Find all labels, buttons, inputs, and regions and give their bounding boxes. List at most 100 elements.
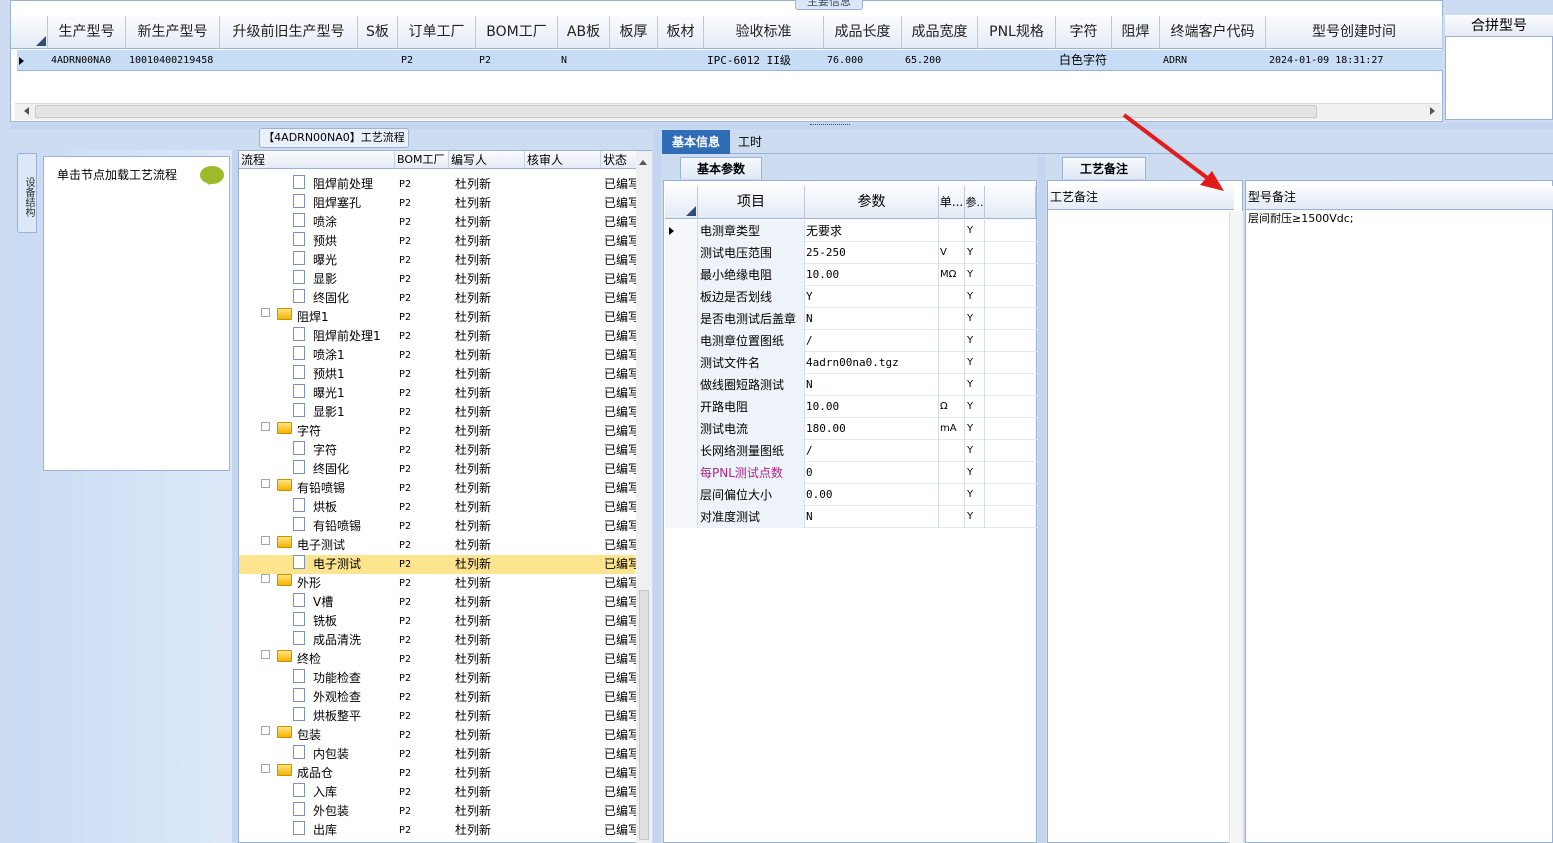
col-unit[interactable]: 单... [939, 186, 965, 219]
col-reviewer[interactable]: 核审人 [525, 151, 601, 169]
process-remarks-panel[interactable] [1047, 180, 1243, 843]
param-value[interactable]: 无要求 [805, 220, 939, 242]
tab-structure[interactable]: 设备结构 [17, 153, 37, 233]
tree-row[interactable]: 喷涂 P2 杜列新 已编写 [239, 213, 636, 232]
tree-row[interactable]: − 包装 P2 杜列新 已编写 [239, 726, 636, 745]
collapse-toggle-icon[interactable]: − [261, 422, 270, 431]
tree-row[interactable]: V槽 P2 杜列新 已编写 [239, 593, 636, 612]
col-model[interactable]: 生产型号 [48, 16, 126, 49]
col-customer[interactable]: 终端客户代码 [1160, 16, 1266, 49]
collapse-toggle-icon[interactable]: − [261, 764, 270, 773]
param-row[interactable]: 是否电测试后盖章 N Y [665, 308, 1037, 330]
param-row-header[interactable] [665, 374, 698, 396]
param-value[interactable]: 0 [805, 462, 939, 484]
param-row[interactable]: 电测章类型 无要求 Y [665, 220, 1037, 242]
col-param[interactable]: 参数 [805, 186, 939, 219]
param-value[interactable]: / [805, 440, 939, 462]
col-old-model[interactable]: 升级前旧生产型号 [220, 16, 358, 49]
tree-row[interactable]: 终固化 P2 杜列新 已编写 [239, 460, 636, 479]
tree-row[interactable]: 内包装 P2 杜列新 已编写 [239, 745, 636, 764]
param-row[interactable]: 做线圈短路测试 N Y [665, 374, 1037, 396]
collapse-toggle-icon[interactable]: − [261, 479, 270, 488]
col-new-model[interactable]: 新生产型号 [126, 16, 220, 49]
tree-row[interactable]: 终固化 P2 杜列新 已编写 [239, 289, 636, 308]
param-row[interactable]: 板边是否划线 Y Y [665, 286, 1037, 308]
tab-hours[interactable]: 工时 [735, 130, 765, 154]
col-solder[interactable]: 阻焊 [1112, 16, 1160, 49]
tree-row[interactable]: − 字符 P2 杜列新 已编写 [239, 422, 636, 441]
param-value[interactable]: N [805, 308, 939, 330]
col-flag[interactable]: 参.. [965, 186, 985, 219]
col-material[interactable]: 板材 [658, 16, 704, 49]
tree-row[interactable]: 有铅喷锡 P2 杜列新 已编写 [239, 517, 636, 536]
col-width[interactable]: 成品宽度 [902, 16, 978, 49]
col-writer[interactable]: 编写人 [449, 151, 525, 169]
tree-row[interactable]: 曝光1 P2 杜列新 已编写 [239, 384, 636, 403]
scroll-right-icon[interactable] [1430, 107, 1439, 115]
param-row-header[interactable] [665, 242, 698, 264]
col-thickness[interactable]: 板厚 [610, 16, 658, 49]
tree-row[interactable]: 阻焊前处理 P2 杜列新 已编写 [239, 175, 636, 194]
tree-row[interactable]: 曝光 P2 杜列新 已编写 [239, 251, 636, 270]
param-value[interactable]: / [805, 330, 939, 352]
tree-row[interactable]: 烘板 P2 杜列新 已编写 [239, 498, 636, 517]
param-row[interactable]: 测试文件名 4adrn00na0.tgz Y [665, 352, 1037, 374]
param-row-header[interactable] [665, 440, 698, 462]
tab-basic-info[interactable]: 基本信息 [662, 130, 730, 154]
tab-basic-params[interactable]: 基本参数 [680, 157, 762, 179]
col-tree-bom[interactable]: BOM工厂 [395, 151, 449, 169]
param-row[interactable]: 测试电压范围 25-250 V Y [665, 242, 1037, 264]
param-row[interactable]: 长网络测量图纸 / Y [665, 440, 1037, 462]
tree-row[interactable]: − 成品仓 P2 杜列新 已编写 [239, 764, 636, 783]
param-row-header[interactable] [665, 506, 698, 528]
col-pnl[interactable]: PNL规格 [978, 16, 1056, 49]
col-item[interactable]: 项目 [698, 186, 805, 219]
param-value[interactable]: 10.00 [805, 264, 939, 286]
param-row[interactable]: 每PNL测试点数 0 Y [665, 462, 1037, 484]
tree-row[interactable]: 预烘 P2 杜列新 已编写 [239, 232, 636, 251]
param-row-header[interactable] [665, 286, 698, 308]
param-value[interactable]: Y [805, 286, 939, 308]
param-value[interactable]: N [805, 506, 939, 528]
param-row[interactable]: 层间偏位大小 0.00 Y [665, 484, 1037, 506]
tree-row[interactable]: 预烘1 P2 杜列新 已编写 [239, 365, 636, 384]
param-row[interactable]: 开路电阻 10.00 Ω Y [665, 396, 1037, 418]
col-created[interactable]: 型号创建时间 [1266, 16, 1443, 49]
collapse-toggle-icon[interactable]: − [261, 650, 270, 659]
col-standard[interactable]: 验收标准 [704, 16, 824, 49]
tree-row[interactable]: 显影1 P2 杜列新 已编写 [239, 403, 636, 422]
tree-row[interactable]: − 外形 P2 杜列新 已编写 [239, 574, 636, 593]
param-row[interactable]: 测试电流 180.00 mA Y [665, 418, 1037, 440]
tree-row[interactable]: − 有铅喷锡 P2 杜列新 已编写 [239, 479, 636, 498]
col-bom-factory[interactable]: BOM工厂 [476, 16, 558, 49]
col-process[interactable]: 流程 [239, 151, 395, 169]
param-row[interactable]: 对准度测试 N Y [665, 506, 1037, 528]
mid-splitter[interactable] [653, 130, 661, 843]
param-row-header[interactable] [665, 484, 698, 506]
tree-row[interactable]: 功能检查 P2 杜列新 已编写 [239, 669, 636, 688]
param-row-header[interactable] [665, 396, 698, 418]
param-value[interactable]: 25-250 [805, 242, 939, 264]
tree-row[interactable]: − 电子测试 P2 杜列新 已编写 [239, 536, 636, 555]
param-value[interactable]: 180.00 [805, 418, 939, 440]
col-order-factory[interactable]: 订单工厂 [398, 16, 476, 49]
param-value[interactable]: 10.00 [805, 396, 939, 418]
tree-row[interactable]: 阻焊前处理1 P2 杜列新 已编写 [239, 327, 636, 346]
param-row-header[interactable] [665, 308, 698, 330]
col-length[interactable]: 成品长度 [824, 16, 902, 49]
param-value[interactable]: 4adrn00na0.tgz [805, 352, 939, 374]
tree-row[interactable]: 出库 P2 杜列新 已编写 [239, 821, 636, 840]
tree-row[interactable]: 烘板整平 P2 杜列新 已编写 [239, 707, 636, 726]
param-row[interactable]: 电测章位置图纸 / Y [665, 330, 1037, 352]
param-row-header[interactable] [665, 418, 698, 440]
left-splitter[interactable] [232, 150, 238, 843]
tree-row[interactable]: 阻焊塞孔 P2 杜列新 已编写 [239, 194, 636, 213]
param-row[interactable]: 最小绝缘电阻 10.00 MΩ Y [665, 264, 1037, 286]
param-row-header[interactable] [665, 330, 698, 352]
collapse-toggle-icon[interactable]: − [261, 574, 270, 583]
col-ab-board[interactable]: AB板 [558, 16, 610, 49]
right-splitter[interactable] [1038, 157, 1046, 843]
model-remarks-text[interactable]: 层间耐压≥1500Vdc; [1248, 210, 1353, 226]
merge-model-header[interactable]: 合拼型号 [1445, 15, 1553, 37]
process-tree[interactable]: 流程 BOM工厂 编写人 核审人 状态 阻焊前处理P2杜列新已编写阻焊塞孔P2杜… [238, 150, 652, 843]
